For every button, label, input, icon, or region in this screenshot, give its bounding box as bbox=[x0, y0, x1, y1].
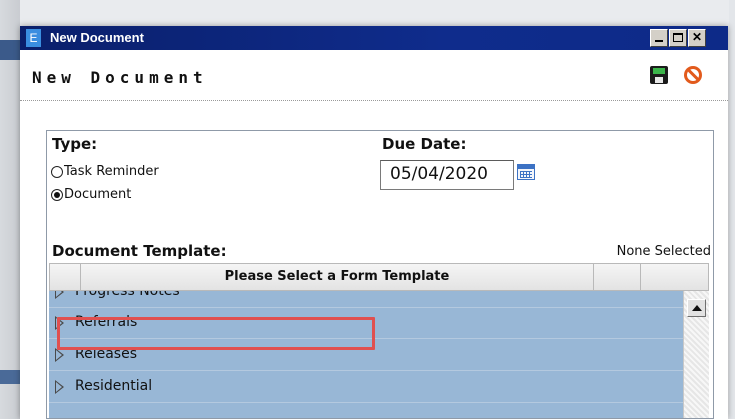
radio-label: Task Reminder bbox=[64, 164, 159, 179]
save-icon-slot bbox=[655, 77, 663, 83]
background-app-left bbox=[0, 0, 20, 419]
maximize-button[interactable] bbox=[669, 29, 687, 47]
template-row-residential[interactable]: Residential bbox=[49, 372, 683, 403]
template-grid-body: Progress Notes Referrals Releases Reside… bbox=[49, 291, 683, 418]
calendar-icon-top bbox=[518, 165, 534, 169]
close-icon: ✕ bbox=[691, 30, 703, 44]
template-grid-header: Please Select a Form Template bbox=[49, 263, 709, 291]
template-status: None Selected bbox=[616, 244, 711, 259]
cancel-icon[interactable] bbox=[684, 66, 702, 84]
new-document-window: E New Document ✕ New Document Type: Due … bbox=[20, 26, 728, 419]
grid-header-col bbox=[641, 264, 685, 290]
close-button[interactable]: ✕ bbox=[688, 29, 706, 47]
due-date-field[interactable]: 05/04/2020 bbox=[380, 160, 514, 190]
page-title: New Document bbox=[32, 68, 208, 87]
expand-triangle-icon[interactable] bbox=[55, 291, 64, 299]
background-right bbox=[729, 0, 735, 419]
grid-header-expand-col bbox=[50, 264, 81, 290]
radio-button[interactable] bbox=[51, 165, 63, 178]
radio-label: Document bbox=[64, 187, 132, 202]
template-row-label: Residential bbox=[75, 378, 153, 394]
save-floppy-icon[interactable] bbox=[650, 66, 668, 84]
app-icon: E bbox=[26, 29, 41, 47]
minimize-icon bbox=[655, 40, 663, 42]
minimize-button[interactable] bbox=[650, 29, 668, 47]
expand-triangle-icon[interactable] bbox=[55, 380, 64, 394]
due-date-label: Due Date: bbox=[382, 135, 467, 153]
document-template-label: Document Template: bbox=[52, 242, 227, 260]
type-label: Type: bbox=[52, 135, 98, 153]
scroll-up-arrow-icon[interactable] bbox=[687, 299, 706, 317]
window-title: New Document bbox=[50, 30, 144, 45]
grid-column-header[interactable]: Please Select a Form Template bbox=[81, 264, 594, 290]
template-row-progress-notes[interactable]: Progress Notes bbox=[49, 291, 683, 308]
calendar-icon-grid bbox=[520, 171, 532, 178]
template-row-label: Progress Notes bbox=[75, 291, 180, 299]
referrals-highlight-annotation bbox=[57, 317, 375, 350]
background-app-bar bbox=[0, 370, 20, 384]
title-bar[interactable]: E New Document ✕ bbox=[20, 26, 728, 50]
document-form-panel: Type: Due Date: Task Reminder Document 0… bbox=[46, 130, 714, 419]
document-header: New Document bbox=[20, 50, 728, 101]
vertical-scrollbar[interactable] bbox=[683, 291, 709, 418]
maximize-icon bbox=[673, 33, 683, 42]
radio-document[interactable]: Document bbox=[51, 187, 131, 202]
expand-triangle-icon[interactable] bbox=[55, 348, 64, 362]
radio-task-reminder[interactable]: Task Reminder bbox=[51, 164, 159, 179]
calendar-icon[interactable] bbox=[517, 164, 535, 180]
background-app-bar bbox=[0, 40, 20, 60]
save-icon-label bbox=[653, 68, 665, 74]
grid-header-col bbox=[594, 264, 641, 290]
radio-button[interactable] bbox=[51, 188, 63, 201]
